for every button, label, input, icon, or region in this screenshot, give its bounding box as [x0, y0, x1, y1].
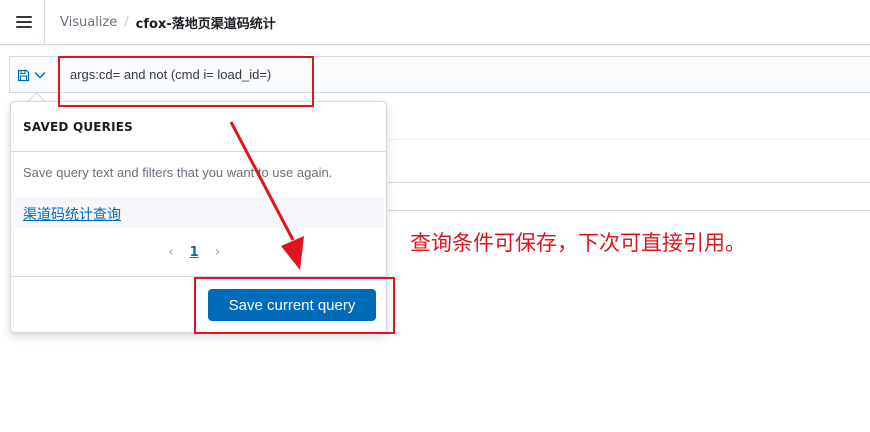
saved-query-link[interactable]: 渠道码统计查询: [23, 204, 121, 224]
annotation-text: 查询条件可保存，下次可直接引用。: [410, 231, 746, 255]
breadcrumb-current-page: cfox-落地页渠道码统计: [135, 16, 276, 32]
panel-divider: [388, 210, 870, 211]
saved-query-item[interactable]: 渠道码统计查询: [15, 197, 384, 228]
menu-toggle-button[interactable]: [8, 6, 40, 38]
saved-queries-menu-button[interactable]: [9, 64, 55, 86]
pagination-prev-icon[interactable]: ‹: [168, 244, 174, 260]
popover-description: Save query text and filters that you wan…: [23, 165, 333, 180]
hamburger-icon: [16, 16, 32, 28]
header-divider: [44, 0, 45, 45]
panel-divider: [388, 182, 870, 183]
query-highlight-box: [58, 56, 314, 107]
popover-divider: [11, 151, 386, 152]
breadcrumb-visualize-link[interactable]: Visualize: [60, 15, 117, 30]
pagination-next-icon[interactable]: ›: [215, 244, 221, 260]
pagination-page-1[interactable]: 1: [190, 245, 199, 260]
popover-title: SAVED QUERIES: [23, 120, 134, 134]
save-button-highlight-box: [194, 277, 395, 334]
chevron-down-icon: [34, 71, 46, 79]
pagination: ‹ 1 ›: [168, 242, 220, 262]
breadcrumb-separator: /: [124, 14, 129, 30]
panel-divider: [388, 139, 870, 140]
breadcrumb: Visualize / cfox-落地页渠道码统计: [60, 0, 276, 44]
save-icon: [17, 69, 30, 82]
top-navigation-bar: Visualize / cfox-落地页渠道码统计: [0, 0, 870, 45]
